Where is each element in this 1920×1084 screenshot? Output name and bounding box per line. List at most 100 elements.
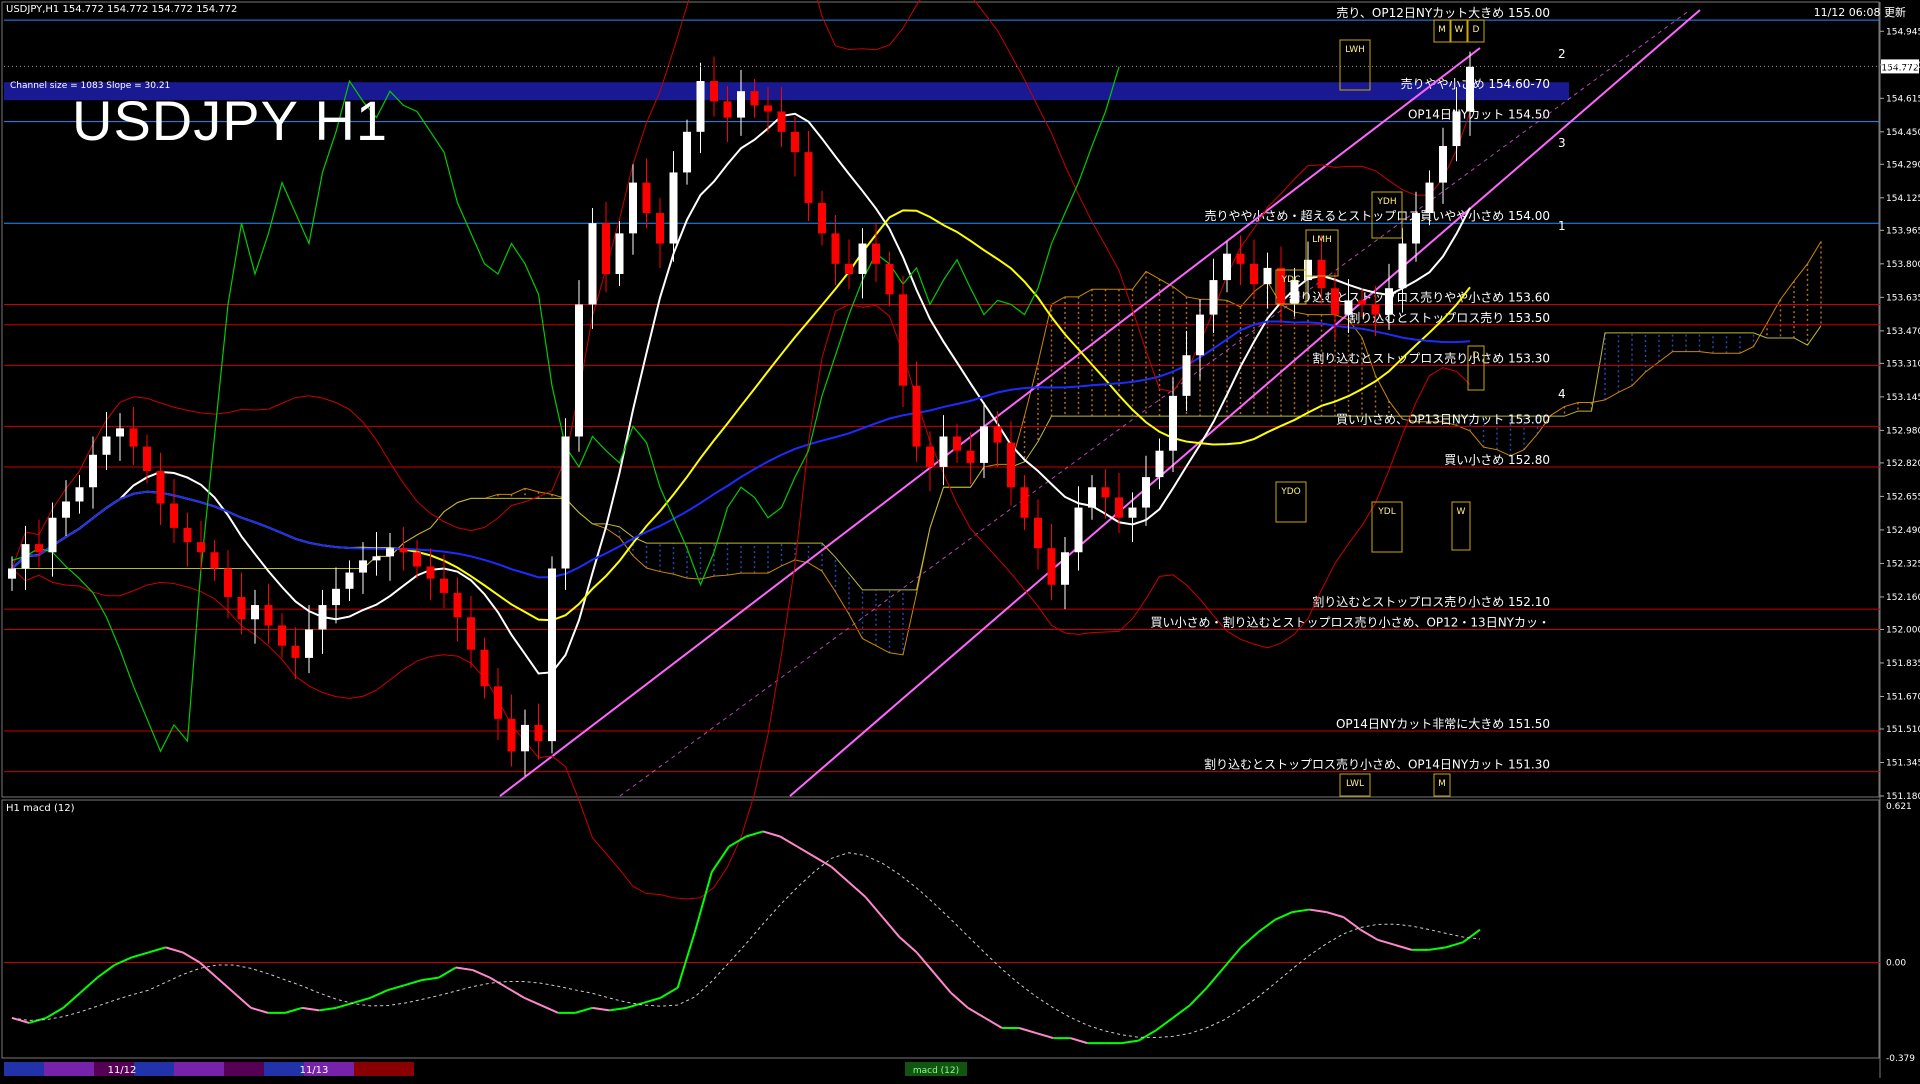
price-tick-label: 154.290 xyxy=(1886,160,1920,170)
macd-main-segment xyxy=(1018,1027,1037,1035)
candle-body xyxy=(777,111,786,132)
macd-main-segment xyxy=(984,1017,1003,1029)
macd-main-segment xyxy=(1223,946,1242,969)
price-tick-label: 154.615 xyxy=(1886,94,1920,104)
candle-body xyxy=(1020,487,1029,518)
macd-main-segment xyxy=(1189,986,1208,1007)
candle-body xyxy=(440,578,448,593)
candle-body xyxy=(1128,507,1137,518)
price-tick-label: 154.780 xyxy=(1886,61,1920,71)
candle-body xyxy=(264,605,273,626)
price-tick-label: 153.800 xyxy=(1886,260,1920,270)
macd-main-segment xyxy=(643,996,661,1004)
macd-main-segment xyxy=(1274,911,1293,921)
time-bar-segment xyxy=(4,1062,44,1076)
price-tick-label: 153.635 xyxy=(1886,293,1920,303)
range-box-label: YDO xyxy=(1280,487,1301,497)
level-label: 買い小さめ 152.80 xyxy=(1444,453,1550,467)
bollinger-lower xyxy=(11,303,1471,900)
price-tick-label: 151.345 xyxy=(1886,758,1920,768)
candle-body xyxy=(1317,259,1326,289)
time-bar-segment xyxy=(224,1062,264,1076)
price-tick-label: 154.945 xyxy=(1886,27,1920,37)
range-box-label: YDC xyxy=(1281,275,1301,285)
price-tick-label: 153.145 xyxy=(1886,393,1920,403)
macd-main-segment xyxy=(1138,1029,1157,1042)
macd-main-segment xyxy=(455,966,474,972)
candle-body xyxy=(467,617,475,650)
macd-main-segment xyxy=(830,865,850,883)
candle-body xyxy=(1466,66,1474,112)
candle-body xyxy=(1209,280,1218,315)
macd-main-segment xyxy=(540,1004,559,1014)
candle-body xyxy=(858,243,867,274)
macd-tick-label: 0.621 xyxy=(1886,802,1912,812)
candle-body xyxy=(548,568,556,742)
candle-body xyxy=(1385,288,1393,315)
range-box-label: YDH xyxy=(1376,197,1396,207)
macd-main-segment xyxy=(1462,928,1481,944)
candle-body xyxy=(305,629,313,658)
candle-body xyxy=(696,81,705,132)
candle-body xyxy=(89,454,97,488)
candle-body xyxy=(885,263,894,295)
chikou-span xyxy=(11,66,1120,753)
price-tick-label: 153.470 xyxy=(1886,327,1920,337)
candle-body xyxy=(1439,146,1447,183)
candle-body xyxy=(345,572,354,589)
candle-body xyxy=(1034,517,1042,549)
chart-root: 売り、OP12日NYカット大きめ 155.00 売りやや小さめ 154.60-70… xyxy=(0,0,1920,1080)
candle-body xyxy=(1344,300,1353,315)
candle-body xyxy=(35,544,43,553)
candle-body xyxy=(480,649,489,687)
macd-main-segment xyxy=(1342,916,1362,931)
candle-body xyxy=(1101,487,1110,498)
price-channel xyxy=(499,9,1701,797)
candle-body xyxy=(453,592,462,618)
macd-main-segment xyxy=(762,830,781,838)
price-tick-label: 152.820 xyxy=(1886,459,1920,469)
price-tick-label: 152.000 xyxy=(1886,625,1920,635)
macd-main-segment xyxy=(216,976,235,994)
channel-label: 3 xyxy=(1558,136,1566,150)
macd-main-segment xyxy=(131,951,149,959)
price-axis xyxy=(1880,30,1884,797)
macd-main-segment xyxy=(114,956,132,966)
macd-signal-line xyxy=(11,852,1481,1039)
macd-main-segment xyxy=(660,986,679,999)
candle-body xyxy=(8,568,16,579)
price-tick-label: 154.125 xyxy=(1886,194,1920,204)
macd-main-segment xyxy=(45,1006,64,1019)
candle-body xyxy=(237,596,246,620)
candle-body xyxy=(1047,548,1056,585)
candle-body xyxy=(21,544,30,569)
candle-body xyxy=(224,568,232,597)
candle-body xyxy=(683,131,691,173)
range-box-label: YDL xyxy=(1377,507,1395,517)
candle-body xyxy=(534,724,543,742)
candle-body xyxy=(926,446,934,467)
macd-main-segment xyxy=(302,1006,320,1012)
level-label: OP14日NYカット 154.50 xyxy=(1408,108,1550,122)
candle-body xyxy=(966,450,975,463)
macd-main-segment xyxy=(199,961,218,979)
macd-main-segment xyxy=(148,946,166,954)
candle-body xyxy=(1236,253,1245,264)
candle-body xyxy=(723,101,732,118)
macd-main-segment xyxy=(1360,928,1379,941)
macd-main-segment xyxy=(592,1006,610,1012)
macd-main-segment xyxy=(1377,938,1395,946)
level-label: 割り込むとストップロス売り小さめ 153.30 xyxy=(1312,350,1550,365)
range-box-label: D xyxy=(1473,25,1480,35)
macd-main-segment xyxy=(1257,918,1276,934)
candle-body xyxy=(642,182,651,214)
channel-label: 2 xyxy=(1558,47,1566,61)
candle-body xyxy=(939,436,948,467)
macd-main-segment xyxy=(676,931,696,988)
date-label: 11/13 xyxy=(300,1065,329,1076)
candle-body xyxy=(791,131,799,153)
candle-body xyxy=(170,503,178,528)
macd-tick-label: 0.00 xyxy=(1886,958,1906,968)
candle-body xyxy=(1142,477,1150,508)
candle-body xyxy=(521,724,529,752)
